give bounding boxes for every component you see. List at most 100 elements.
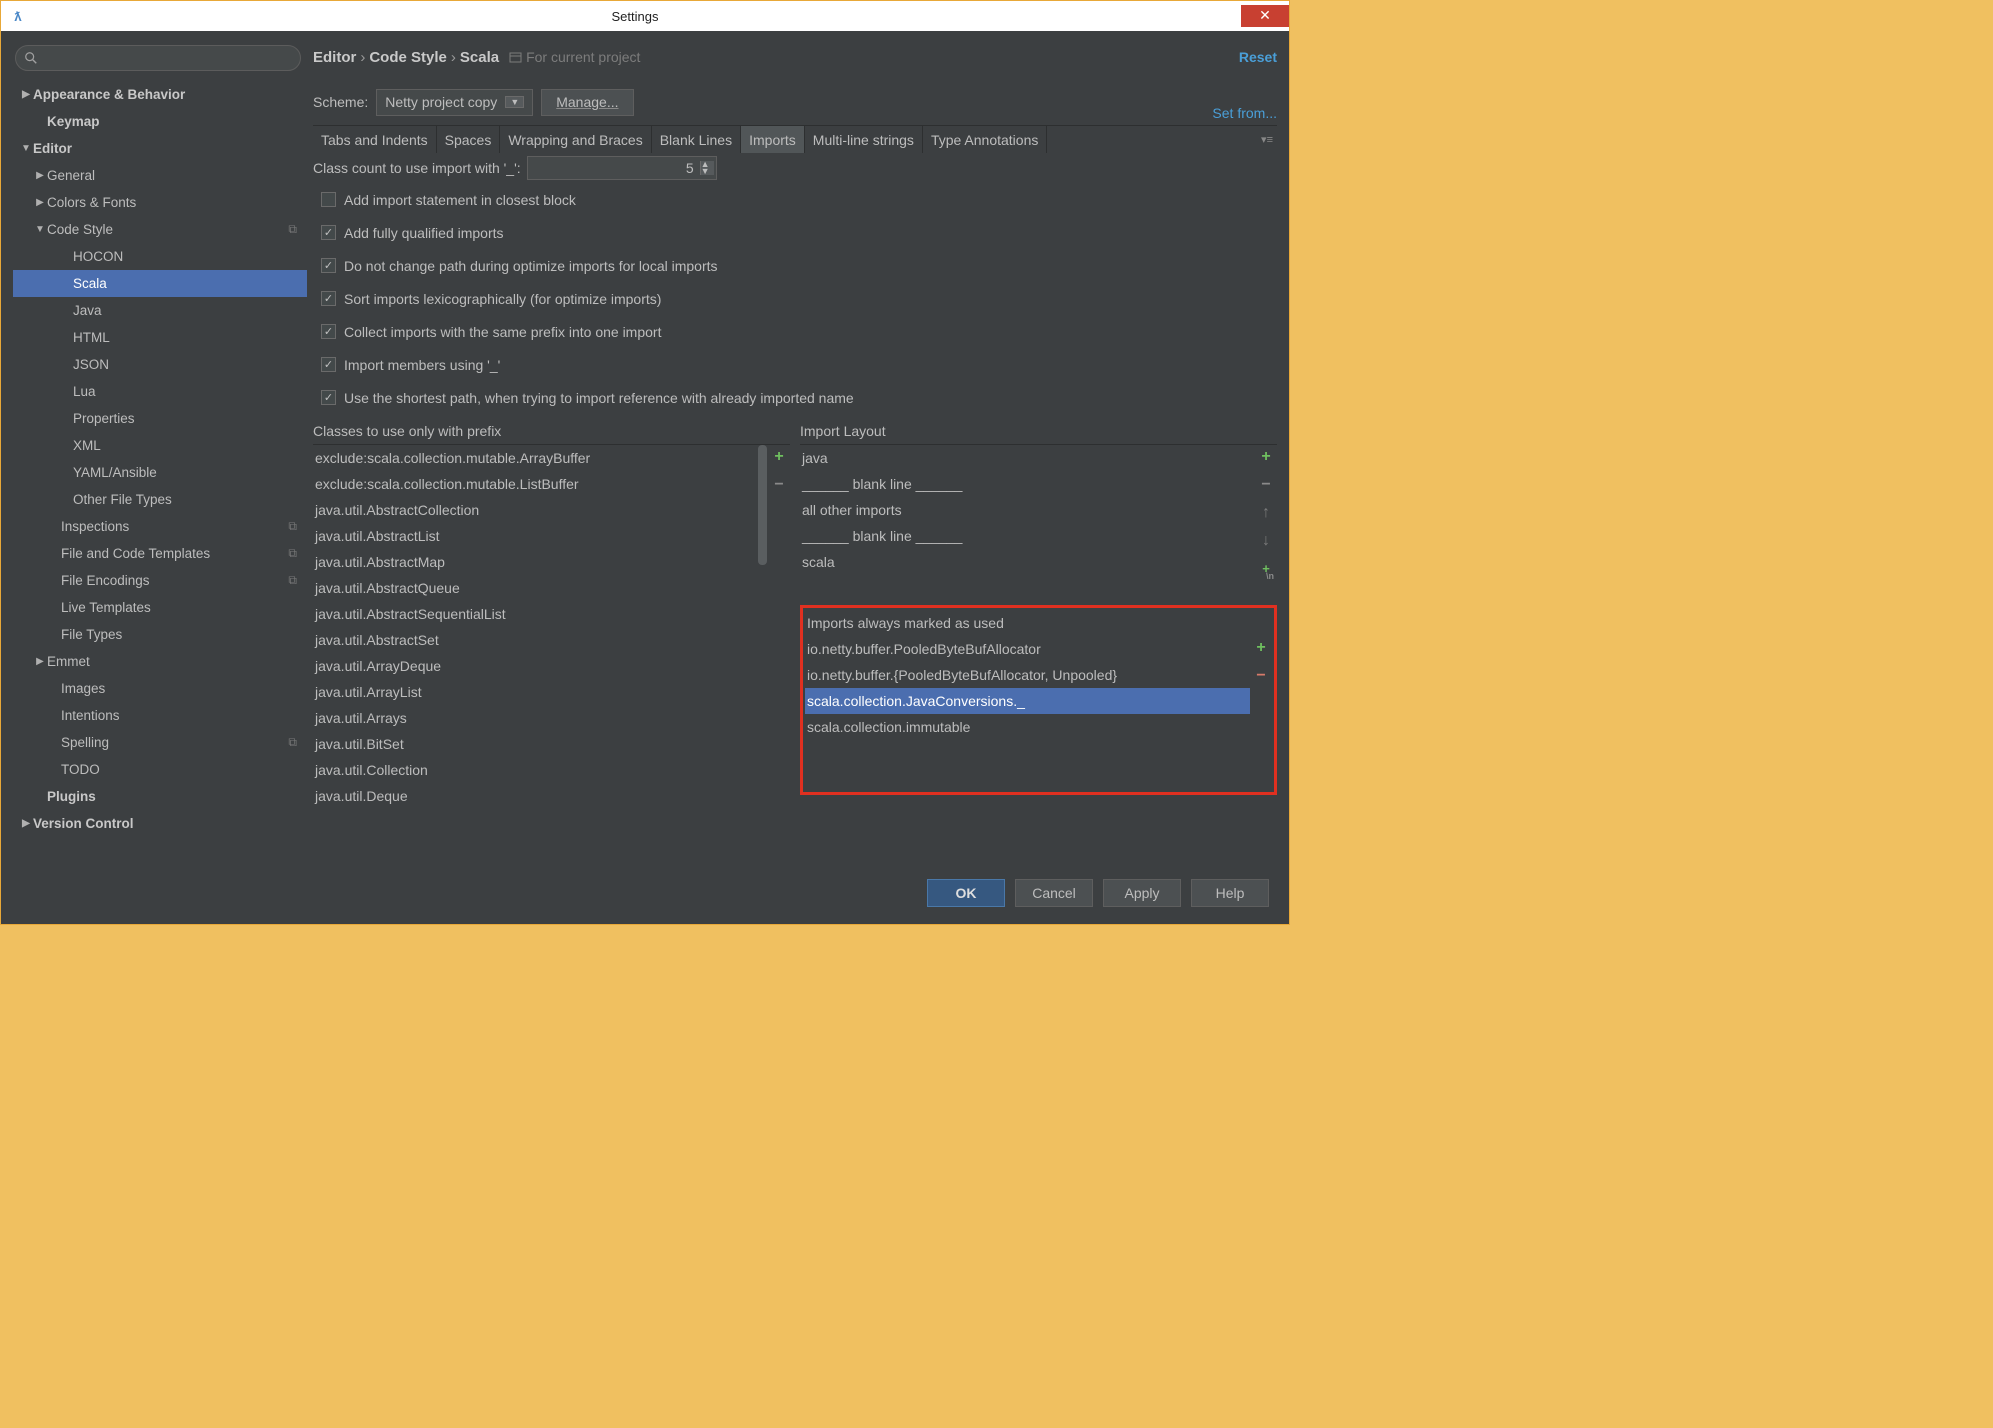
- list-item[interactable]: java.util.AbstractList: [313, 523, 757, 549]
- list-item[interactable]: java.util.AbstractSequentialList: [313, 601, 757, 627]
- list-item[interactable]: java.util.AbstractCollection: [313, 497, 757, 523]
- set-from-link[interactable]: Set from...: [1212, 105, 1277, 121]
- move-down-icon[interactable]: ↓: [1257, 533, 1275, 551]
- sidebar-item[interactable]: TODO: [13, 756, 307, 783]
- scheme-dropdown[interactable]: Netty project copy▼: [376, 89, 533, 116]
- list-item[interactable]: io.netty.buffer.{PooledByteBufAllocator,…: [805, 662, 1250, 688]
- search-icon: [24, 51, 38, 65]
- sidebar-item[interactable]: XML: [13, 432, 307, 459]
- checkbox[interactable]: ✓: [321, 291, 336, 306]
- checkbox[interactable]: ✓: [321, 357, 336, 372]
- tab[interactable]: Multi-line strings: [805, 126, 923, 153]
- list-item[interactable]: java.util.AbstractSet: [313, 627, 757, 653]
- help-button[interactable]: Help: [1191, 879, 1269, 907]
- sidebar-item[interactable]: JSON: [13, 351, 307, 378]
- tab[interactable]: Wrapping and Braces: [500, 126, 651, 153]
- list-item[interactable]: java.util.Collection: [313, 757, 757, 783]
- checkbox-row[interactable]: ✓Import members using '_': [313, 348, 1277, 381]
- sidebar-item[interactable]: Java: [13, 297, 307, 324]
- checkbox-row[interactable]: ✓Sort imports lexicographically (for opt…: [313, 282, 1277, 315]
- sidebar-item[interactable]: ▶Colors & Fonts: [13, 189, 307, 216]
- sidebar-item[interactable]: Keymap: [13, 108, 307, 135]
- tab[interactable]: Blank Lines: [652, 126, 741, 153]
- list-item[interactable]: all other imports: [800, 497, 1255, 523]
- list-item[interactable]: scala: [800, 549, 1255, 575]
- sidebar-item[interactable]: ▼Editor: [13, 135, 307, 162]
- tab[interactable]: Tabs and Indents: [313, 126, 437, 153]
- list-item[interactable]: io.netty.buffer.PooledByteBufAllocator: [805, 636, 1250, 662]
- tab[interactable]: Spaces: [437, 126, 501, 153]
- sidebar-item[interactable]: Lua: [13, 378, 307, 405]
- add-blank-line-icon[interactable]: +\n: [1257, 561, 1275, 579]
- list-item[interactable]: java.util.AbstractMap: [313, 549, 757, 575]
- sidebar-item[interactable]: File Types: [13, 621, 307, 648]
- manage-button[interactable]: Manage...: [541, 89, 633, 116]
- checkbox[interactable]: ✓: [321, 324, 336, 339]
- list-item[interactable]: ______ blank line ______: [800, 471, 1255, 497]
- remove-icon[interactable]: −: [1252, 668, 1270, 686]
- add-icon[interactable]: +: [770, 449, 788, 467]
- prefix-list[interactable]: exclude:scala.collection.mutable.ArrayBu…: [313, 445, 757, 864]
- tab-overflow-icon[interactable]: ▾≡: [1261, 133, 1273, 146]
- sidebar-item[interactable]: ▶General: [13, 162, 307, 189]
- checkbox-row[interactable]: ✓Add fully qualified imports: [313, 216, 1277, 249]
- tab[interactable]: Imports: [741, 126, 805, 153]
- sidebar-item[interactable]: Other File Types: [13, 486, 307, 513]
- checkbox-row[interactable]: ✓Collect imports with the same prefix in…: [313, 315, 1277, 348]
- checkbox[interactable]: ✓: [321, 225, 336, 240]
- tab[interactable]: Type Annotations: [923, 126, 1047, 153]
- list-item[interactable]: java: [800, 445, 1255, 471]
- move-up-icon[interactable]: ↑: [1257, 505, 1275, 523]
- sidebar-item[interactable]: Live Templates: [13, 594, 307, 621]
- list-item[interactable]: exclude:scala.collection.mutable.ArrayBu…: [313, 445, 757, 471]
- list-item[interactable]: ______ blank line ______: [800, 523, 1255, 549]
- checkbox-row[interactable]: ✓Do not change path during optimize impo…: [313, 249, 1277, 282]
- reset-link[interactable]: Reset: [1239, 49, 1277, 65]
- settings-tree[interactable]: ▶Appearance & BehaviorKeymap▼Editor▶Gene…: [13, 81, 307, 864]
- list-item[interactable]: java.util.ArrayDeque: [313, 653, 757, 679]
- list-item[interactable]: scala.collection.JavaConversions._: [805, 688, 1250, 714]
- add-icon[interactable]: +: [1252, 640, 1270, 658]
- close-button[interactable]: ✕: [1241, 5, 1289, 27]
- sidebar-item[interactable]: ▶Appearance & Behavior: [13, 81, 307, 108]
- sidebar-item[interactable]: File Encodings⧉: [13, 567, 307, 594]
- list-item[interactable]: java.util.Arrays: [313, 705, 757, 731]
- list-item[interactable]: scala.collection.immutable: [805, 714, 1250, 740]
- sidebar-item[interactable]: Scala: [13, 270, 307, 297]
- sidebar-item[interactable]: File and Code Templates⧉: [13, 540, 307, 567]
- sidebar-item[interactable]: HTML: [13, 324, 307, 351]
- checkbox-row[interactable]: ✓Use the shortest path, when trying to i…: [313, 381, 1277, 414]
- sidebar-item[interactable]: Plugins: [13, 783, 307, 810]
- sidebar-item[interactable]: ▼Code Style⧉: [13, 216, 307, 243]
- remove-icon[interactable]: −: [770, 477, 788, 495]
- checkbox[interactable]: ✓: [321, 258, 336, 273]
- add-icon[interactable]: +: [1257, 449, 1275, 467]
- ok-button[interactable]: OK: [927, 879, 1005, 907]
- sidebar-item[interactable]: ▶Emmet: [13, 648, 307, 675]
- sidebar-item[interactable]: YAML/Ansible: [13, 459, 307, 486]
- checkbox[interactable]: ✓: [321, 390, 336, 405]
- apply-button[interactable]: Apply: [1103, 879, 1181, 907]
- sidebar-item[interactable]: HOCON: [13, 243, 307, 270]
- sidebar-item[interactable]: Properties: [13, 405, 307, 432]
- sidebar-item-label: HTML: [73, 330, 110, 345]
- scrollbar[interactable]: [757, 445, 768, 864]
- import-layout-list[interactable]: java______ blank line ______all other im…: [800, 445, 1255, 595]
- cancel-button[interactable]: Cancel: [1015, 879, 1093, 907]
- class-count-spinner[interactable]: 5 ▲▼: [527, 156, 717, 180]
- list-item[interactable]: java.util.AbstractQueue: [313, 575, 757, 601]
- sidebar-item[interactable]: ▶Version Control: [13, 810, 307, 837]
- sidebar-item[interactable]: Inspections⧉: [13, 513, 307, 540]
- sidebar-item[interactable]: Images: [13, 675, 307, 702]
- sidebar-item[interactable]: Spelling⧉: [13, 729, 307, 756]
- sidebar-item[interactable]: Intentions: [13, 702, 307, 729]
- checkbox-row[interactable]: Add import statement in closest block: [313, 183, 1277, 216]
- list-item[interactable]: java.util.BitSet: [313, 731, 757, 757]
- checkbox[interactable]: [321, 192, 336, 207]
- list-item[interactable]: exclude:scala.collection.mutable.ListBuf…: [313, 471, 757, 497]
- imports-always-used-list[interactable]: io.netty.buffer.PooledByteBufAllocatorio…: [805, 636, 1250, 790]
- list-item[interactable]: java.util.Deque: [313, 783, 757, 809]
- search-input[interactable]: [15, 45, 301, 71]
- list-item[interactable]: java.util.ArrayList: [313, 679, 757, 705]
- remove-icon[interactable]: −: [1257, 477, 1275, 495]
